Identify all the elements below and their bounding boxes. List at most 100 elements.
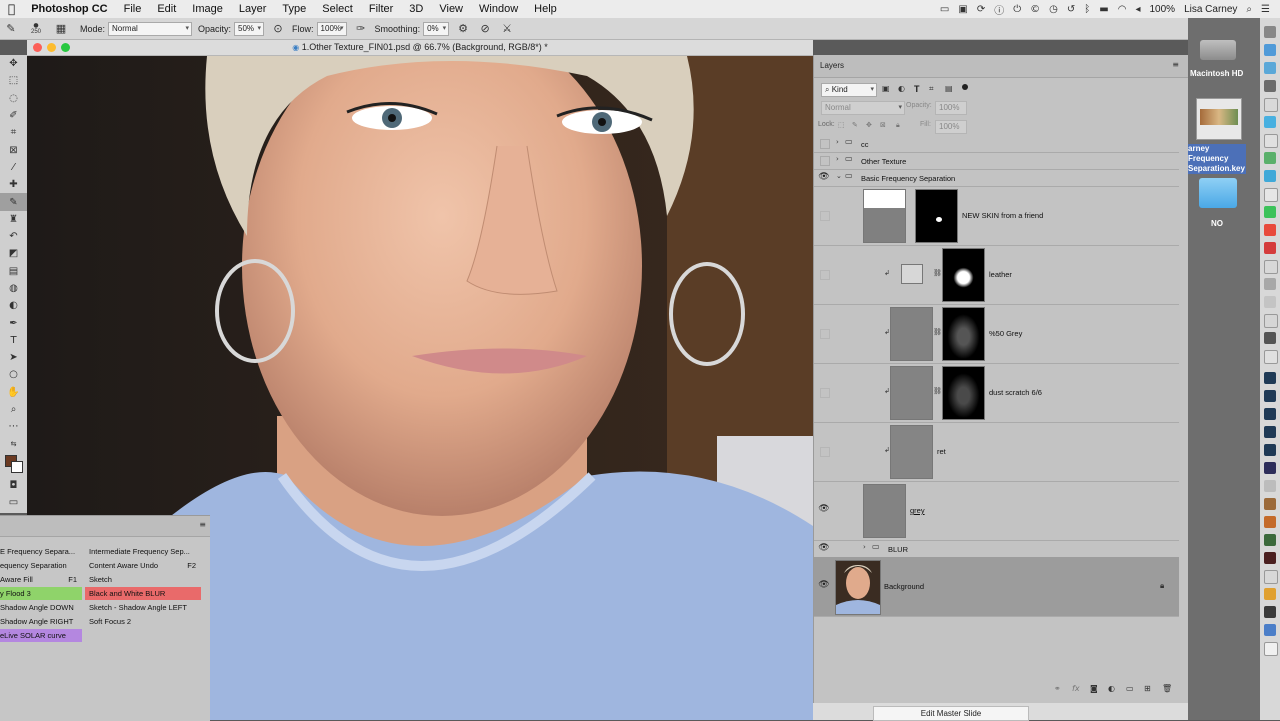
visibility-toggle[interactable] <box>820 139 830 149</box>
eye-icon[interactable]: 👁︎ <box>818 543 830 553</box>
filter-pixel-icon[interactable]: ▣ <box>882 84 890 93</box>
menu-type[interactable]: Type <box>274 3 314 15</box>
eraser-tool-icon[interactable]: ◩ <box>0 245 27 262</box>
dock-app-icon[interactable] <box>1264 206 1276 218</box>
layer-name[interactable]: NEW SKIN from a friend <box>962 211 1043 220</box>
close-window-button[interactable] <box>33 43 42 52</box>
lock-transparent-icon[interactable]: ⬚ <box>838 121 845 129</box>
dock-app-icon[interactable] <box>1264 80 1276 92</box>
filter-type-icon[interactable]: T <box>914 84 920 94</box>
camera-icon[interactable]: ▣ <box>958 4 967 15</box>
history-brush-tool-icon[interactable]: ↶ <box>0 228 27 245</box>
dock-app-icon[interactable] <box>1264 444 1276 456</box>
swap-colors-icon[interactable]: ⇆ <box>0 436 27 453</box>
layer-name[interactable]: BLUR <box>888 545 908 554</box>
menu-view[interactable]: View <box>431 3 471 15</box>
layer-mask-thumbnail[interactable] <box>915 189 958 243</box>
layer-thumbnail[interactable] <box>863 189 906 243</box>
layer-row[interactable]: › ▭ cc <box>814 135 1179 153</box>
move-tool-icon[interactable]: ✥ <box>0 55 27 72</box>
cc-icon[interactable]: © <box>1030 4 1040 15</box>
menu-layer[interactable]: Layer <box>231 3 275 15</box>
eyedropper-tool-icon[interactable]: ⁄ <box>0 159 27 176</box>
adjustment-icon[interactable]: ◐ <box>1108 684 1115 693</box>
crop-tool-icon[interactable]: ⌗ <box>0 124 27 141</box>
layer-name[interactable]: Other Texture <box>861 157 906 166</box>
chain-link-icon[interactable]: ⛓ <box>933 387 942 395</box>
action-button[interactable]: Aware Fill F1 <box>0 573 82 586</box>
chevron-right-icon[interactable]: › <box>836 155 839 163</box>
layer-thumbnail[interactable] <box>863 484 906 538</box>
chevron-down-icon[interactable]: ⌄ <box>836 172 842 180</box>
menu-image[interactable]: Image <box>184 3 231 15</box>
filter-shape-icon[interactable]: ⌗ <box>929 84 934 94</box>
frame-tool-icon[interactable]: ⊠ <box>0 141 27 158</box>
chain-link-icon[interactable]: ⛓ <box>933 328 942 336</box>
layer-name[interactable]: leather <box>989 270 1012 279</box>
layer-thumbnail[interactable] <box>835 560 881 615</box>
filter-smart-object-icon[interactable]: ▤ <box>945 84 953 93</box>
background-color[interactable] <box>11 460 23 473</box>
action-button[interactable]: equency Separation <box>0 559 82 572</box>
dock-app-icon[interactable] <box>1264 516 1276 528</box>
bluetooth-icon[interactable]: ᛒ <box>1084 4 1090 15</box>
blur-tool-icon[interactable]: ◍ <box>0 280 27 297</box>
visibility-toggle[interactable] <box>820 447 830 457</box>
dock-app-icon[interactable] <box>1264 98 1278 112</box>
lock-position-icon[interactable]: ✥ <box>866 121 872 129</box>
filter-adjustment-icon[interactable]: ◐ <box>898 84 905 93</box>
layer-row[interactable]: ↲ ⛓ leather <box>814 245 1179 305</box>
zoom-window-button[interactable] <box>61 43 70 52</box>
lock-pixels-icon[interactable]: ✎ <box>852 121 858 129</box>
lasso-tool-icon[interactable]: ◌ <box>0 90 27 107</box>
action-button[interactable]: E Frequency Separa... <box>0 545 82 558</box>
visibility-toggle[interactable] <box>820 156 830 166</box>
dock-app-icon[interactable] <box>1264 462 1276 474</box>
brush-preset-picker[interactable]: ● 250 <box>26 22 46 36</box>
screen-mode-icon[interactable]: ▭ <box>0 494 27 511</box>
dock-app-icon[interactable] <box>1264 390 1276 402</box>
layer-name[interactable]: grey <box>910 506 925 515</box>
layer-row[interactable]: 👁︎ grey <box>814 481 1179 541</box>
power-icon[interactable]: ⏻ <box>1013 4 1021 15</box>
pen-tool-icon[interactable]: ✒ <box>0 314 27 331</box>
time-machine-icon[interactable]: ↺ <box>1067 4 1075 15</box>
layer-row[interactable]: 👁︎ ⌄ ▭ Basic Frequency Separation <box>814 169 1179 187</box>
dock-app-icon[interactable] <box>1264 224 1276 236</box>
dock-app-icon[interactable] <box>1264 44 1276 56</box>
hard-drive-label[interactable]: Macintosh HD <box>1190 69 1243 78</box>
path-select-tool-icon[interactable]: ➤ <box>0 349 27 366</box>
layer-row[interactable]: › ▭ Other Texture <box>814 152 1179 170</box>
quick-select-tool-icon[interactable]: ✐ <box>0 107 27 124</box>
pressure-size-icon[interactable]: ⊘ <box>478 22 492 36</box>
layer-filter-select[interactable]: ⌕ Kind ▾ <box>821 83 877 97</box>
color-swatches[interactable] <box>0 453 27 477</box>
chevron-right-icon[interactable]: › <box>836 138 839 146</box>
layer-mask-thumbnail[interactable] <box>942 248 985 302</box>
menu-edit[interactable]: Edit <box>149 3 184 15</box>
lock-icon[interactable]: 🔒︎ <box>1160 581 1164 591</box>
dock-app-icon[interactable] <box>1264 534 1276 546</box>
layer-row[interactable]: 👁︎ Background 🔒︎ <box>814 557 1179 617</box>
brush-tool-icon[interactable]: ✎ <box>4 22 18 36</box>
minimize-window-button[interactable] <box>47 43 56 52</box>
dock-app-icon[interactable] <box>1264 372 1276 384</box>
blend-mode-select[interactable]: Normal ▾ <box>821 101 905 115</box>
layer-thumbnail[interactable] <box>890 425 933 479</box>
trash-icon[interactable]: 🗑︎ <box>1162 684 1172 693</box>
sync-icon[interactable]: ⟳ <box>977 4 985 15</box>
dock-app-icon[interactable] <box>1264 426 1276 438</box>
link-layers-icon[interactable]: ⚭ <box>1054 684 1061 693</box>
lock-all-icon[interactable]: 🔒︎ <box>896 121 900 130</box>
opacity-field[interactable]: 50% ▾ <box>234 21 265 36</box>
more-tools-icon[interactable]: ⋯ <box>0 418 27 435</box>
battery-icon[interactable]: ▬ <box>1099 4 1108 15</box>
healing-brush-tool-icon[interactable]: ✚ <box>0 176 27 193</box>
dock-app-icon[interactable] <box>1264 314 1278 328</box>
dock-app-icon[interactable] <box>1264 350 1278 364</box>
layer-thumbnail[interactable] <box>890 366 933 420</box>
gradient-tool-icon[interactable]: ▤ <box>0 263 27 280</box>
action-button[interactable]: Sketch <box>85 573 201 586</box>
new-layer-icon[interactable]: ⊞ <box>1144 684 1151 693</box>
volume-icon[interactable]: ◂ <box>1135 4 1140 15</box>
